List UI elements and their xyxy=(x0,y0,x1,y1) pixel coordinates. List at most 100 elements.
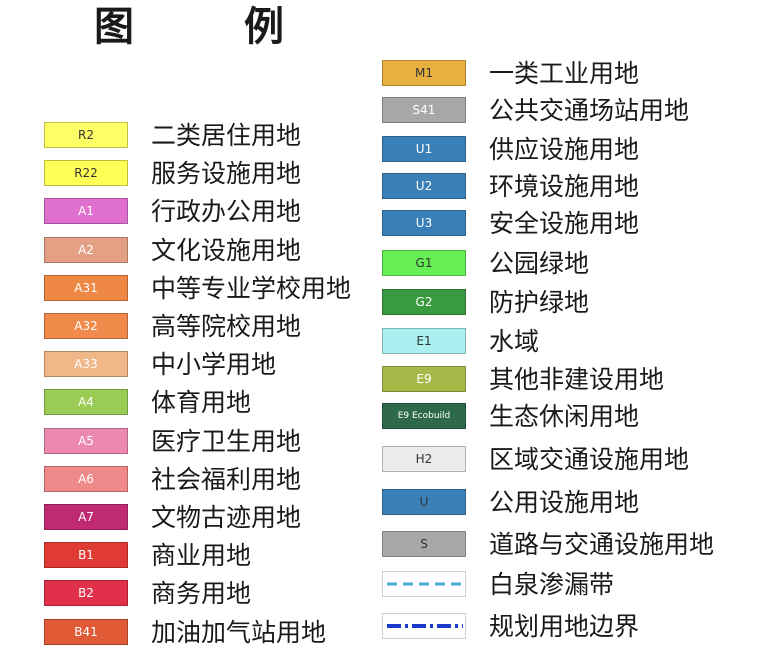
legend-swatch: R22 xyxy=(44,160,128,187)
legend-label: 服务设施用地 xyxy=(151,159,302,189)
legend-code: A7 xyxy=(78,510,94,524)
legend-code: B41 xyxy=(74,624,98,639)
legend-item: E1 水域 xyxy=(382,326,772,358)
legend-code: E1 xyxy=(416,334,432,348)
legend-item: E9 其他非建设用地 xyxy=(382,364,772,396)
legend-label: 其他非建设用地 xyxy=(489,365,665,394)
legend-swatch: U1 xyxy=(382,136,466,162)
legend-label: 加油加气站用地 xyxy=(151,617,327,647)
legend-swatch: U3 xyxy=(382,210,466,236)
legend-code: U xyxy=(419,495,429,509)
legend-label: 规划用地边界 xyxy=(489,612,640,641)
legend-code: U1 xyxy=(415,142,433,156)
legend-swatch: A4 xyxy=(44,389,128,416)
legend-label: 中等专业学校用地 xyxy=(151,273,352,303)
legend-swatch: E9 Ecobuild xyxy=(382,403,466,429)
legend-label: 公园绿地 xyxy=(489,249,590,278)
legend-swatch: U xyxy=(382,489,466,515)
legend-label: 商业用地 xyxy=(151,541,252,571)
legend-swatch: B2 xyxy=(44,580,128,607)
legend-swatch: B41 xyxy=(44,618,128,645)
legend-swatch: A33 xyxy=(44,351,128,378)
legend-label: 区域交通设施用地 xyxy=(489,445,690,474)
legend-item: G1 公园绿地 xyxy=(382,248,772,280)
legend-item: A32 高等院校用地 xyxy=(44,311,434,343)
legend-item: B1 商业用地 xyxy=(44,540,434,572)
legend-line-swatch xyxy=(382,613,466,639)
legend-item: A31 中等专业学校用地 xyxy=(44,273,434,305)
legend-code: H2 xyxy=(415,452,433,466)
legend-code: B1 xyxy=(78,548,94,563)
legend-label: 医疗卫生用地 xyxy=(151,426,302,456)
legend-item: A6 社会福利用地 xyxy=(44,464,434,496)
legend-line-swatch xyxy=(382,571,466,597)
legend-item: A33 中小学用地 xyxy=(44,349,434,381)
legend-item: A4 体育用地 xyxy=(44,387,434,419)
legend-item: G2 防护绿地 xyxy=(382,287,772,319)
legend-label: 商务用地 xyxy=(151,579,252,609)
legend-code: M1 xyxy=(415,66,433,80)
legend-code: U3 xyxy=(415,216,433,230)
legend-item: U3 安全设施用地 xyxy=(382,208,772,240)
legend-code: A6 xyxy=(78,471,94,486)
legend-label: 环境设施用地 xyxy=(489,172,640,201)
legend-swatch: M1 xyxy=(382,60,466,86)
legend-code: A1 xyxy=(78,204,94,219)
legend-swatch: G2 xyxy=(382,289,466,315)
legend-swatch: E9 xyxy=(382,366,466,392)
legend-title-1: 图 xyxy=(94,4,134,50)
legend-code: G1 xyxy=(415,256,433,270)
legend-label: 公用设施用地 xyxy=(489,488,640,517)
legend-item: 白泉渗漏带 xyxy=(382,569,772,601)
legend-code: G2 xyxy=(415,295,433,309)
legend-swatch: S41 xyxy=(382,97,466,123)
legend-code: B2 xyxy=(78,586,94,601)
legend-code: S xyxy=(420,537,428,551)
legend-swatch: A32 xyxy=(44,313,128,339)
legend-item: H2 区域交通设施用地 xyxy=(382,444,772,476)
legend-code: A31 xyxy=(74,280,98,295)
legend-label: 一类工业用地 xyxy=(489,59,640,88)
legend-code: A33 xyxy=(74,357,98,372)
legend-item: R22 服务设施用地 xyxy=(44,158,434,190)
legend-item: A2 文化设施用地 xyxy=(44,235,434,267)
legend-item: B2 商务用地 xyxy=(44,578,434,610)
legend-swatch: H2 xyxy=(382,446,466,472)
legend-label: 白泉渗漏带 xyxy=(489,570,615,599)
legend-code: A4 xyxy=(78,395,94,410)
legend-label: 防护绿地 xyxy=(489,288,590,317)
legend-code: S41 xyxy=(412,103,436,117)
legend-label: 社会福利用地 xyxy=(151,464,302,494)
legend-label: 供应设施用地 xyxy=(489,135,640,164)
legend-item: S 道路与交通设施用地 xyxy=(382,529,772,561)
legend-item: A1 行政办公用地 xyxy=(44,196,434,228)
legend-code: A32 xyxy=(74,319,98,333)
legend-swatch: A1 xyxy=(44,198,128,225)
legend-label: 公共交通场站用地 xyxy=(489,96,690,125)
legend-code: R22 xyxy=(74,166,98,181)
legend-item: R2 二类居住用地 xyxy=(44,120,434,152)
legend-swatch: G1 xyxy=(382,250,466,276)
legend-label: 道路与交通设施用地 xyxy=(489,530,715,559)
legend-item: 规划用地边界 xyxy=(382,611,772,643)
legend-code: E9 xyxy=(416,372,432,386)
legend-item: A5 医疗卫生用地 xyxy=(44,426,434,458)
legend-code: A2 xyxy=(78,242,94,257)
legend-item: S41 公共交通场站用地 xyxy=(382,95,772,127)
legend-label: 水域 xyxy=(489,327,540,356)
legend-swatch: R2 xyxy=(44,122,128,148)
legend-swatch: B1 xyxy=(44,542,128,569)
legend-swatch: A7 xyxy=(44,504,128,530)
legend-code: E9 Ecobuild xyxy=(397,411,451,421)
legend-label: 二类居住用地 xyxy=(151,121,302,150)
legend-label: 文化设施用地 xyxy=(151,235,302,265)
legend-label: 体育用地 xyxy=(151,388,252,418)
legend-swatch: E1 xyxy=(382,328,466,354)
legend-label: 行政办公用地 xyxy=(151,197,302,227)
legend-code: U2 xyxy=(415,179,433,193)
legend-label: 中小学用地 xyxy=(151,350,277,380)
legend-swatch: U2 xyxy=(382,173,466,199)
legend-swatch: A31 xyxy=(44,274,128,301)
legend-item: E9 Ecobuild 生态休闲用地 xyxy=(382,401,772,433)
legend-label: 生态休闲用地 xyxy=(489,402,640,431)
